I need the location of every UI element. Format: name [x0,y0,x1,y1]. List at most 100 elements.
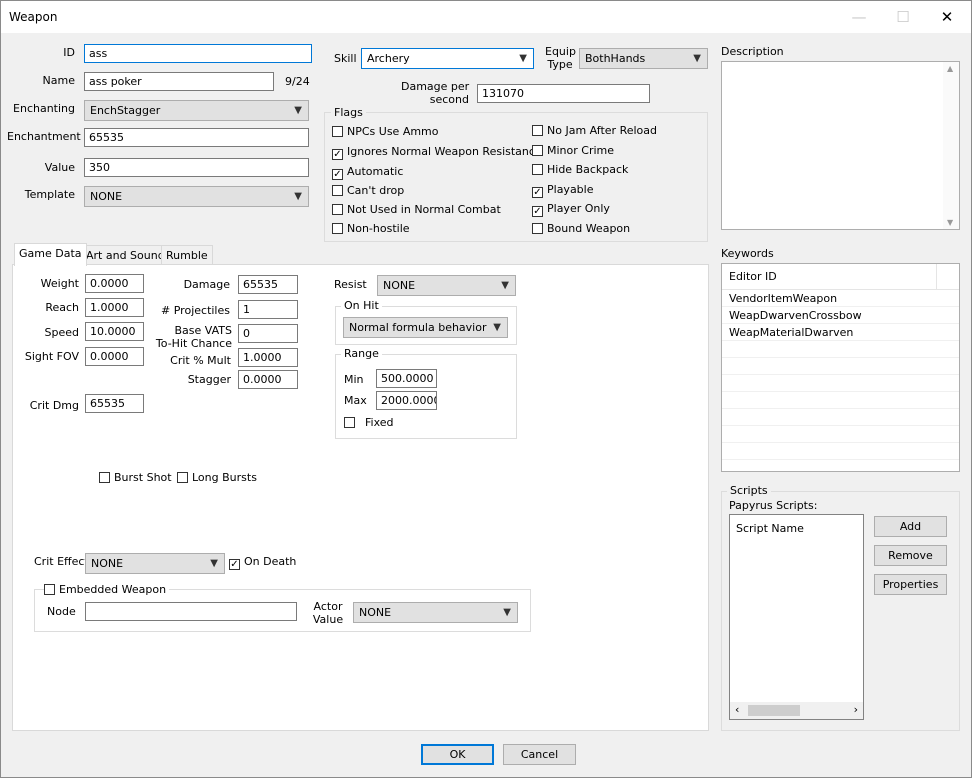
tab-rumble[interactable]: Rumble [161,245,213,265]
template-value: NONE [90,190,123,203]
sight-fov-field[interactable]: 0.0000 [85,347,144,366]
on-hit-select[interactable]: Normal formula behavior ▼ [343,317,508,338]
node-field[interactable] [85,602,297,621]
flag-checkbox[interactable]: ✓ Automatic [332,165,403,180]
flag-checkbox[interactable]: Minor Crime [532,144,614,158]
tab-game-data[interactable]: Game Data [14,243,87,266]
tab-art-and-sound[interactable]: Art and Sound [81,245,170,265]
long-bursts-checkbox[interactable]: Long Bursts [177,471,257,485]
actor-value-select[interactable]: NONE ▼ [353,602,518,623]
properties-button[interactable]: Properties [874,574,947,595]
flag-checkbox[interactable]: Bound Weapon [532,222,630,236]
enchanting-label: Enchanting [13,102,75,115]
enchantment-field[interactable]: 65535 [84,128,309,147]
enchanting-select[interactable]: EnchStagger ▼ [84,100,309,121]
vats-label-line2: To-Hit Chance [155,337,232,350]
list-item[interactable]: VendorItemWeapon [722,290,959,307]
weight-field[interactable]: 0.0000 [85,274,144,293]
header-divider [936,264,937,290]
scroll-up-icon[interactable]: ▲ [947,64,953,73]
flag-checkbox[interactable]: Non-hostile [332,222,410,236]
vats-field[interactable]: 0 [238,324,298,343]
vats-label: Base VATS To-Hit Chance [143,324,232,350]
crit-effect-select[interactable]: NONE ▼ [85,553,225,574]
projectiles-field[interactable]: 1 [238,300,298,319]
resist-select[interactable]: NONE ▼ [377,275,516,296]
scripts-title: Scripts [727,484,771,497]
flag-checkbox[interactable]: Hide Backpack [532,163,628,177]
range-title: Range [341,347,382,360]
checkbox-box: ✓ [532,206,543,217]
flag-label: Automatic [347,165,404,178]
scroll-down-icon[interactable]: ▼ [947,218,953,227]
crit-dmg-field[interactable]: 65535 [85,394,144,413]
list-item[interactable] [722,358,959,375]
damage-field[interactable]: 65535 [238,275,298,294]
scroll-left-icon[interactable]: ‹ [735,703,739,716]
scrollbar-thumb[interactable] [748,705,800,716]
dps-label-line2: second [429,93,469,106]
checkbox-box: ✓ [332,149,343,160]
remove-script-button[interactable]: Remove [874,545,947,566]
embedded-weapon-checkbox[interactable]: Embedded Weapon [44,583,170,597]
embedded-weapon-label: Embedded Weapon [59,583,167,596]
on-death-checkbox[interactable]: ✓ On Death [229,555,296,570]
checkbox-box [332,185,343,196]
minimize-icon[interactable]: — [839,5,879,29]
list-item[interactable] [722,426,959,443]
scroll-right-icon[interactable]: › [854,703,858,716]
keywords-list[interactable]: Editor ID VendorItemWeapon WeapDwarvenCro… [721,263,960,472]
flag-checkbox[interactable]: Can't drop [332,184,404,198]
stagger-field[interactable]: 0.0000 [238,370,298,389]
value-field[interactable]: 350 [84,158,309,177]
close-icon[interactable]: ✕ [927,5,967,29]
flag-checkbox[interactable]: NPCs Use Ammo [332,125,439,139]
list-item[interactable] [722,392,959,409]
title-bar[interactable]: Weapon — ☐ ✕ [1,1,971,33]
range-max-field[interactable]: 2000.0000 [376,391,437,410]
keywords-header[interactable]: Editor ID [722,264,959,290]
flag-checkbox[interactable]: Not Used in Normal Combat [332,203,501,217]
weapon-dialog: Weapon — ☐ ✕ ID ass Name ass poker 9/24 … [0,0,972,778]
range-min-field[interactable]: 500.0000 [376,369,437,388]
script-name-header: Script Name [736,522,804,535]
flag-checkbox[interactable]: ✓ Player Only [532,202,610,217]
template-select[interactable]: NONE ▼ [84,186,309,207]
scripts-hscrollbar[interactable]: ‹ › [730,702,863,719]
speed-field[interactable]: 10.0000 [85,322,144,341]
checkbox-box [532,164,543,175]
description-textarea[interactable]: ▲ ▼ [721,61,960,230]
list-item[interactable] [722,443,959,460]
chevron-down-icon: ▼ [294,105,302,116]
flag-checkbox[interactable]: ✓ Ignores Normal Weapon Resistance [332,145,542,160]
equip-type-select[interactable]: BothHands ▼ [579,48,708,69]
keywords-label: Keywords [721,247,774,260]
tab-content-game-data: Weight 0.0000 Reach 1.0000 Speed 10.0000… [12,264,709,731]
name-field[interactable]: ass poker [84,72,274,91]
flag-checkbox[interactable]: ✓ Playable [532,183,594,198]
ok-button[interactable]: OK [421,744,494,765]
dps-field[interactable]: 131070 [477,84,650,103]
burst-shot-checkbox[interactable]: Burst Shot [99,471,172,485]
skill-select[interactable]: Archery ▼ [361,48,534,69]
list-item[interactable] [722,460,959,471]
fixed-checkbox[interactable]: Fixed [344,416,394,430]
equip-label-line2: Type [547,58,573,71]
flag-checkbox[interactable]: No Jam After Reload [532,124,657,138]
reach-field[interactable]: 1.0000 [85,298,144,317]
burst-shot-label: Burst Shot [114,471,172,484]
list-item[interactable] [722,375,959,392]
list-item[interactable] [722,409,959,426]
description-scrollbar[interactable]: ▲ ▼ [943,62,959,229]
chevron-down-icon: ▼ [493,322,501,333]
damage-label: Damage [183,278,230,291]
list-item[interactable]: WeapMaterialDwarven [722,324,959,341]
id-field[interactable]: ass [84,44,312,63]
list-item[interactable]: WeapDwarvenCrossbow [722,307,959,324]
add-script-button[interactable]: Add [874,516,947,537]
cancel-button[interactable]: Cancel [503,744,576,765]
scripts-list[interactable]: Script Name ‹ › [729,514,864,720]
list-item[interactable] [722,341,959,358]
crit-mult-field[interactable]: 1.0000 [238,348,298,367]
description-label: Description [721,45,784,58]
